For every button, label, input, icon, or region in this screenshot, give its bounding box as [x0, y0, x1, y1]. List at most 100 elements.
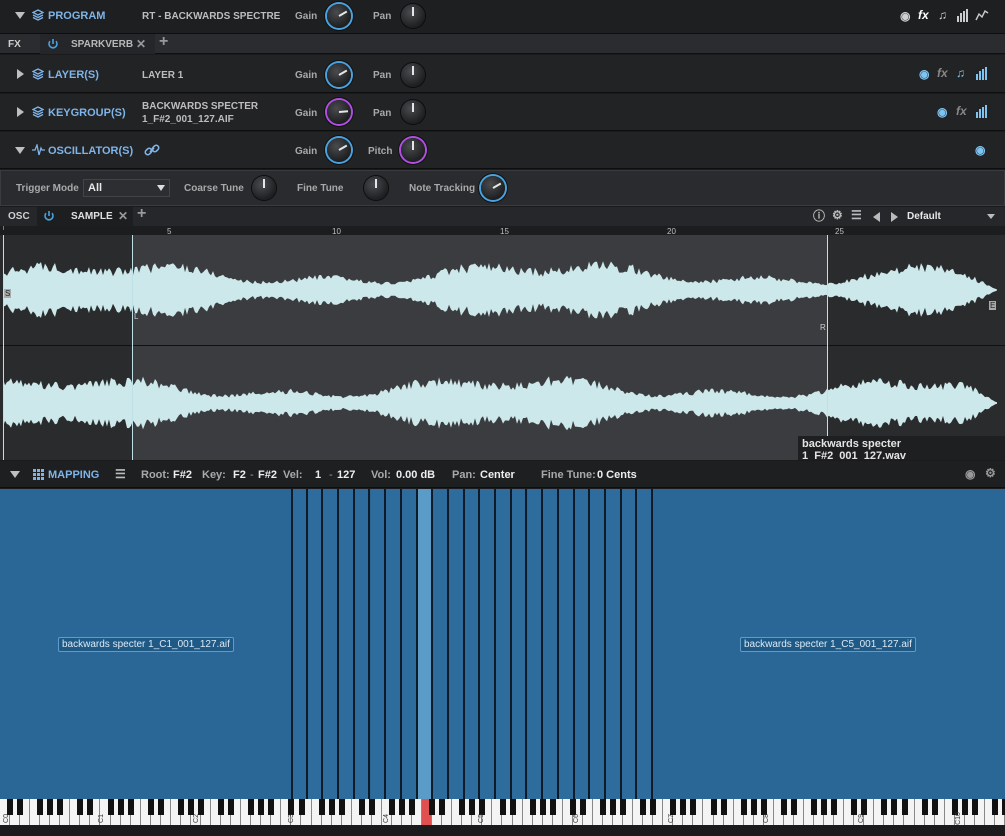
black-key[interactable]: [17, 799, 24, 815]
keyzone-column[interactable]: [558, 489, 575, 799]
program-name[interactable]: RT - BACKWARDS SPECTRE: [142, 11, 280, 22]
meter-icon[interactable]: [975, 105, 988, 118]
black-key[interactable]: [37, 799, 44, 815]
fine-tune-knob[interactable]: [364, 176, 388, 200]
next-icon[interactable]: [891, 212, 898, 222]
black-key[interactable]: [740, 799, 747, 815]
black-key[interactable]: [469, 799, 476, 815]
black-key[interactable]: [77, 799, 84, 815]
black-key[interactable]: [399, 799, 405, 815]
settings-icon[interactable]: ⚙: [832, 208, 843, 222]
power-icon[interactable]: [47, 38, 59, 50]
pan-value[interactable]: Center: [480, 469, 515, 481]
vel-high-value[interactable]: 127: [337, 469, 355, 481]
black-key[interactable]: [831, 799, 838, 815]
layers-expand-toggle[interactable]: [17, 69, 24, 79]
black-key[interactable]: [328, 799, 335, 815]
black-key[interactable]: [539, 799, 546, 815]
waveform-view[interactable]: S E L R backwards specter 1_F#2_001_127.…: [0, 235, 1005, 460]
keyzone-column-selected[interactable]: [417, 489, 434, 799]
keyzone-column[interactable]: [590, 489, 606, 799]
key-low-value[interactable]: F2: [233, 469, 246, 481]
keyzone-column[interactable]: [292, 489, 308, 799]
sample-start-marker[interactable]: [3, 235, 4, 460]
black-key[interactable]: [750, 799, 757, 815]
fine-tune-map-value[interactable]: 0 Cents: [597, 469, 637, 481]
add-icon[interactable]: +: [159, 34, 168, 50]
osc-pitch-knob[interactable]: [401, 138, 425, 162]
black-key[interactable]: [529, 799, 536, 815]
zone-left-label[interactable]: backwards specter 1_C1_001_127.aif: [58, 637, 234, 652]
black-key[interactable]: [790, 799, 797, 815]
black-key[interactable]: [147, 799, 154, 815]
link-icon[interactable]: [144, 143, 160, 157]
add-icon[interactable]: +: [137, 206, 146, 222]
keyzone-column[interactable]: [527, 489, 544, 799]
keyzone-column[interactable]: [307, 489, 324, 799]
close-icon[interactable]: ✕: [136, 37, 146, 51]
loop-end-marker[interactable]: [827, 235, 828, 460]
vel-low-value[interactable]: 1: [315, 469, 321, 481]
black-key[interactable]: [117, 799, 124, 815]
target-icon[interactable]: ◉: [937, 105, 947, 119]
note-icon[interactable]: ♫: [938, 8, 947, 22]
osc-tab[interactable]: OSC: [8, 211, 30, 222]
black-key[interactable]: [409, 799, 416, 815]
loop-start-marker[interactable]: [132, 235, 133, 460]
black-key[interactable]: [640, 799, 647, 815]
black-key[interactable]: [811, 799, 818, 815]
note-tracking-knob[interactable]: [481, 176, 505, 200]
piano-keyboard[interactable]: C0 C1 C2 C3 C4 C5 C6 C7 C8 C9 C10: [0, 799, 1005, 825]
menu-icon[interactable]: ☰: [115, 467, 126, 481]
black-key[interactable]: [690, 799, 697, 815]
keyzone-column[interactable]: [496, 489, 512, 799]
note-icon[interactable]: ♫: [956, 66, 965, 80]
info-icon[interactable]: ⓘ: [813, 209, 825, 223]
target-icon[interactable]: ◉: [900, 9, 910, 23]
trigger-mode-select[interactable]: All: [83, 179, 170, 197]
eye-icon[interactable]: ◉: [965, 467, 975, 481]
black-key[interactable]: [198, 799, 204, 815]
black-key[interactable]: [57, 799, 64, 815]
black-key[interactable]: [610, 799, 617, 815]
root-value[interactable]: F#2: [173, 469, 192, 481]
black-key[interactable]: [459, 799, 466, 815]
time-ruler[interactable]: 5 10 15 20 25: [0, 226, 1005, 236]
black-key[interactable]: [388, 799, 395, 815]
keyzone-column[interactable]: [511, 489, 528, 799]
keygroup-name-line1[interactable]: BACKWARDS SPECTER: [142, 101, 258, 112]
target-icon[interactable]: ◉: [919, 67, 929, 81]
black-key[interactable]: [720, 799, 727, 815]
previous-icon[interactable]: [873, 212, 880, 222]
black-key[interactable]: [157, 799, 164, 815]
black-key[interactable]: [921, 799, 928, 815]
fx-icon[interactable]: fx: [918, 8, 929, 22]
keyzone-column[interactable]: [323, 489, 340, 799]
black-key[interactable]: [338, 799, 345, 815]
black-key[interactable]: [358, 799, 365, 815]
oscillators-collapse-toggle[interactable]: [15, 147, 25, 154]
keygroup-name-line2[interactable]: 1_F#2_001_127.AIF: [142, 114, 234, 125]
keyzone-column[interactable]: [543, 489, 559, 799]
coarse-tune-knob[interactable]: [252, 176, 276, 200]
black-key[interactable]: [549, 799, 556, 815]
black-key[interactable]: [961, 799, 968, 815]
layer-pan-knob[interactable]: [401, 63, 425, 87]
keyzone-column[interactable]: [637, 489, 654, 799]
menu-icon[interactable]: ☰: [851, 208, 862, 222]
mapping-collapse-toggle[interactable]: [10, 471, 20, 478]
keyzone-column[interactable]: [621, 489, 638, 799]
black-key[interactable]: [248, 799, 255, 815]
preset-select[interactable]: Default: [907, 211, 941, 222]
sample-tab[interactable]: SAMPLE: [71, 211, 113, 222]
keyzone-column[interactable]: [480, 489, 497, 799]
key-high-value[interactable]: F#2: [258, 469, 277, 481]
black-key[interactable]: [127, 799, 134, 815]
black-key[interactable]: [218, 799, 225, 815]
layer-name[interactable]: LAYER 1: [142, 70, 183, 81]
black-key[interactable]: [228, 799, 235, 815]
black-key[interactable]: [479, 799, 486, 815]
keygroup-pan-knob[interactable]: [401, 100, 425, 124]
black-key[interactable]: [579, 799, 586, 815]
black-key[interactable]: [107, 799, 114, 815]
